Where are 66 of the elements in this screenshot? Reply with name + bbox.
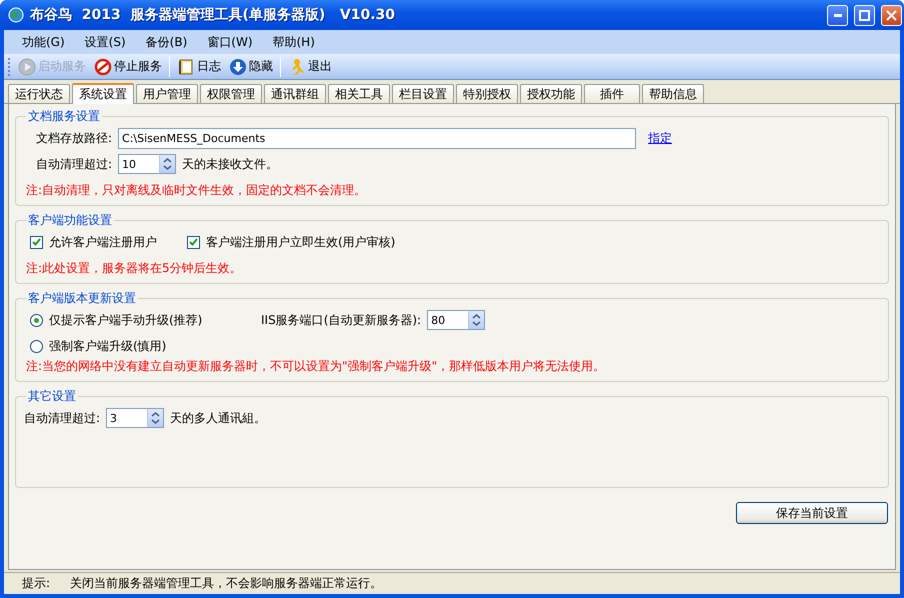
close-icon xyxy=(886,10,897,20)
spin-button[interactable] xyxy=(159,154,176,174)
menu-item[interactable]: 功能(G) xyxy=(14,32,73,52)
group-title: 其它设置 xyxy=(27,388,77,405)
field-label: 文档存放路径: xyxy=(36,130,112,146)
toolbar-button[interactable]: 隐藏 xyxy=(226,56,276,76)
field-label: IIS服务端口(自动更新服务器): xyxy=(261,312,422,328)
radio-button[interactable] xyxy=(30,340,43,352)
note-text: 注:当您的网络中没有建立自动更新服务器时，不可以设置为"强制客户端升级"，那样低版本用户将无法使用。 xyxy=(26,358,606,374)
radio-label: 仅提示客户端手动升级(推荐) xyxy=(49,312,204,328)
note-text: 注:自动清理，只对离线及临时文件生效，固定的文档不会清理。 xyxy=(26,182,366,198)
field-suffix: 天的未接收文件。 xyxy=(182,156,278,172)
notebook-icon xyxy=(177,58,195,76)
tab[interactable]: 通讯群组 xyxy=(264,84,326,103)
tab[interactable]: 帮助信息 xyxy=(642,84,704,103)
window-title: 布谷鸟 2013 服务器端管理工具(单服务器版) V10.30 xyxy=(30,6,396,24)
tab[interactable]: 运行状态 xyxy=(8,84,70,103)
tab[interactable]: 相关工具 xyxy=(328,84,390,103)
menu-item[interactable]: 窗口(W) xyxy=(199,32,260,52)
checkbox[interactable] xyxy=(187,236,200,248)
tab[interactable]: 插件 xyxy=(584,84,640,103)
no-entry-icon xyxy=(94,58,112,76)
close-button[interactable] xyxy=(881,4,902,26)
up-down-arrows-icon xyxy=(472,313,482,327)
tab[interactable]: 栏目设置 xyxy=(392,84,454,103)
port-spinbox[interactable]: 80 xyxy=(427,310,468,330)
save-settings-button[interactable]: 保存当前设置 xyxy=(736,502,888,524)
toolbar-button[interactable]: 日志 xyxy=(174,56,224,76)
group-title: 客户端版本更新设置 xyxy=(27,290,137,307)
globe-icon xyxy=(8,7,24,23)
note-text: 注:此处设置，服务器将在5分钟后生效。 xyxy=(26,260,242,276)
checkbox[interactable] xyxy=(30,236,43,248)
menu-item[interactable]: 设置(S) xyxy=(76,32,134,52)
spin-button[interactable] xyxy=(468,310,486,330)
up-down-arrows-icon xyxy=(163,157,172,171)
maximize-icon xyxy=(859,10,870,20)
minimize-button[interactable] xyxy=(827,4,848,26)
menu-item[interactable]: 帮助(H) xyxy=(264,32,323,52)
menu-item[interactable]: 备份(B) xyxy=(138,32,196,52)
field-label: 自动清理超过: xyxy=(36,156,112,172)
status-label: 提示: xyxy=(22,575,50,592)
minimize-icon xyxy=(834,14,842,16)
browse-link[interactable]: 指定 xyxy=(648,130,672,146)
field-label: 自动清理超过: xyxy=(24,410,100,426)
tab[interactable]: 权限管理 xyxy=(200,84,262,103)
status-text: 关闭当前服务器端管理工具，不会影响服务器端正常运行。 xyxy=(70,575,382,592)
spin-button[interactable] xyxy=(147,408,164,428)
tab[interactable]: 授权功能 xyxy=(520,84,582,103)
up-down-arrows-icon xyxy=(151,411,160,425)
group-title: 客户端功能设置 xyxy=(27,212,113,229)
path-field[interactable]: C:\SisenMESS_Documents xyxy=(118,128,636,148)
toolbar-button[interactable]: 退出 xyxy=(285,56,335,76)
days-spinbox[interactable]: 3 xyxy=(106,408,148,428)
radio-label: 强制客户端升级(慎用) xyxy=(49,338,168,354)
group-title: 文档服务设置 xyxy=(27,108,101,125)
maximize-button[interactable] xyxy=(854,4,875,26)
radio-button[interactable] xyxy=(30,314,43,326)
tab[interactable]: 特别授权 xyxy=(456,84,518,103)
tab[interactable]: 用户管理 xyxy=(136,84,198,103)
checkbox-label: 允许客户端注册用户 xyxy=(49,234,157,250)
field-suffix: 天的多人通讯組。 xyxy=(170,410,266,426)
play-icon xyxy=(18,58,36,76)
days-spinbox[interactable]: 10 xyxy=(118,154,160,174)
tab[interactable]: 系统设置 xyxy=(72,83,134,104)
toolbar-button[interactable]: 停止服务 xyxy=(91,56,165,76)
checkbox-label: 客户端注册用户立即生效(用户审核) xyxy=(206,234,396,250)
